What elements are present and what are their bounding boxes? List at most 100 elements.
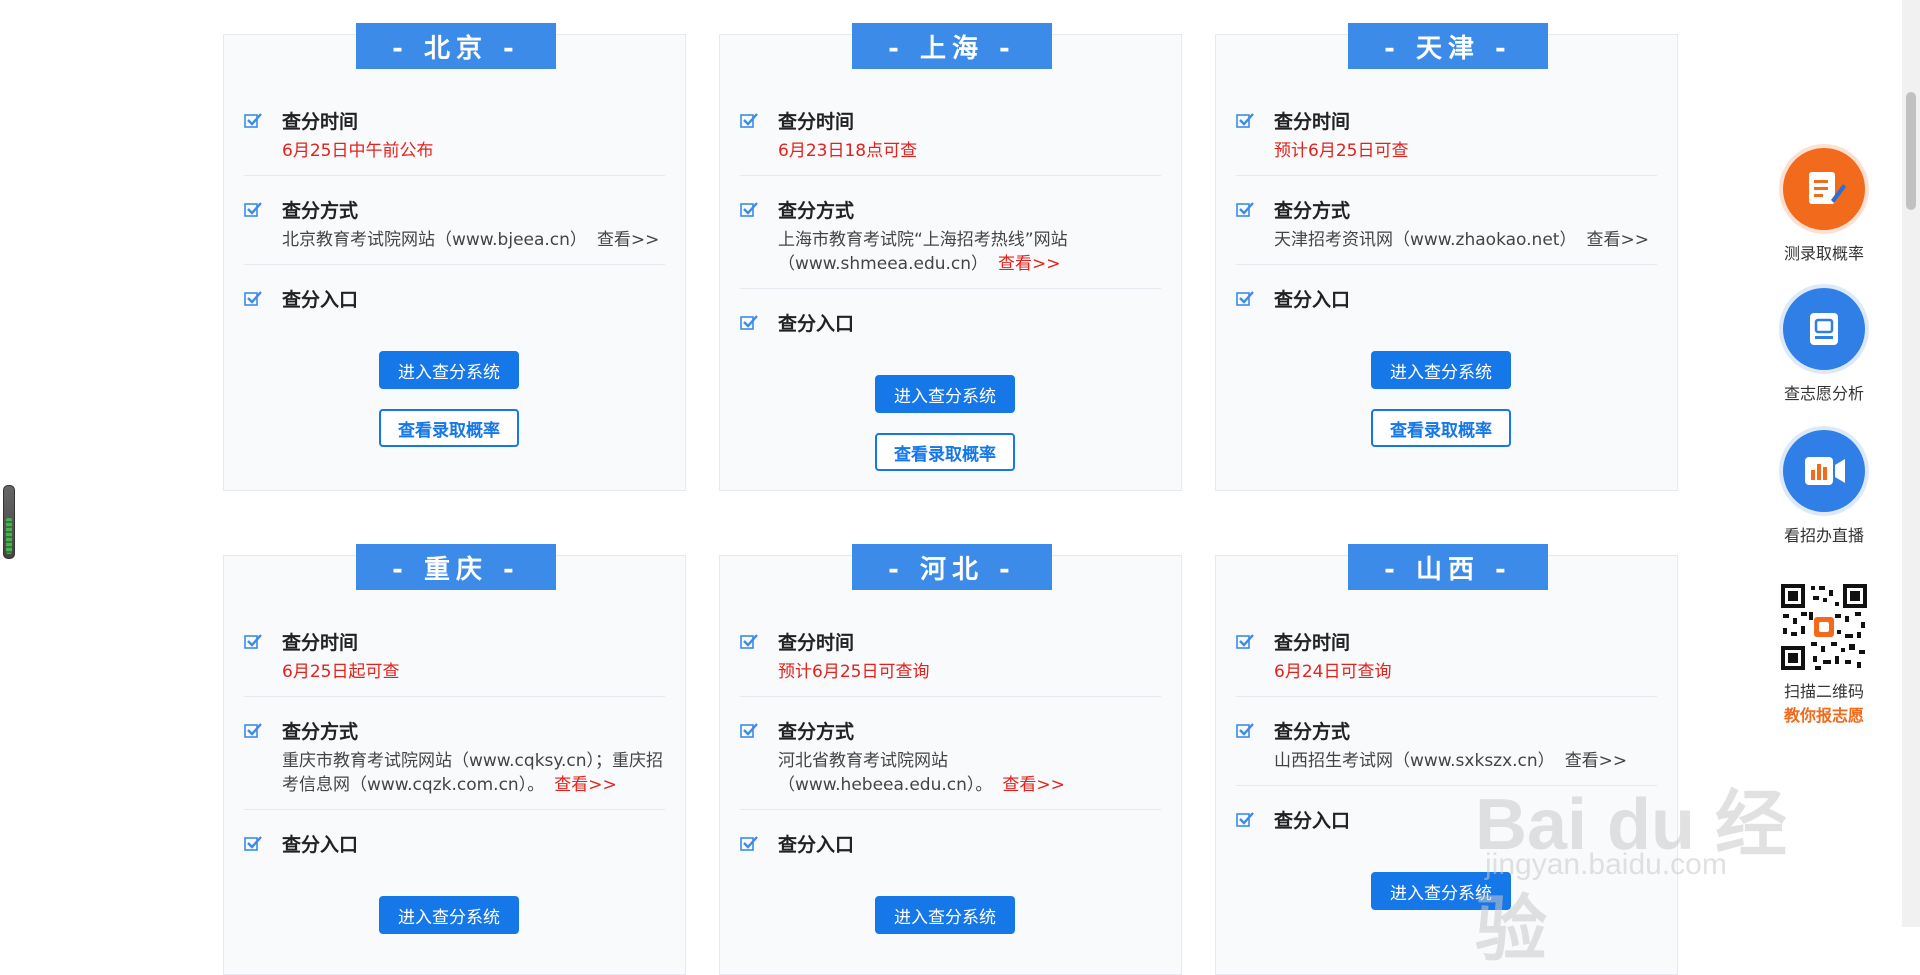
region-card-hebei: - 河北 - 查分时间 预计6月25日可查询 查分方式 河北省教育考试院网站（w… — [719, 544, 1182, 975]
floating-sidebar: 测录取概率 查志愿分析 看招办直播 扫描二维码 教你报志愿 — [1769, 0, 1879, 927]
vertical-scrollbar[interactable] — [1902, 0, 1920, 927]
section-title: 查分方式 — [778, 720, 855, 743]
score-method-text: 山西招生考试网（www.sxkszx.cn） 查看>> — [1274, 745, 1657, 773]
score-time-section: 查分时间 预计6月25日可查 — [1236, 105, 1657, 176]
score-time-section: 查分时间 6月25日起可查 — [244, 626, 665, 697]
divider — [244, 809, 665, 810]
enter-score-system-button[interactable]: 进入查分系统 — [379, 351, 519, 389]
sidebar-label: 测录取概率 — [1783, 244, 1864, 263]
section-title: 查分入口 — [1274, 288, 1351, 311]
scrollbar-thumb[interactable] — [1906, 92, 1916, 210]
view-link[interactable]: 查看>> — [1565, 751, 1628, 771]
section-title: 查分方式 — [282, 720, 359, 743]
qr-caption: 扫描二维码 — [1783, 682, 1864, 701]
score-entry-section: 查分入口 — [1236, 283, 1657, 313]
divider — [1236, 785, 1657, 786]
divider — [1236, 264, 1657, 265]
sidebar-item-admission-probability[interactable]: 测录取概率 — [1769, 148, 1879, 264]
divider — [244, 264, 665, 265]
checkbox-icon — [1236, 811, 1254, 827]
checkbox-icon — [1236, 633, 1254, 649]
region-banner: - 河北 - — [852, 544, 1052, 590]
checkbox-icon — [1236, 722, 1254, 738]
video-chart-icon — [1783, 430, 1865, 512]
enter-score-system-button[interactable]: 进入查分系统 — [875, 375, 1015, 413]
enter-score-system-button[interactable]: 进入查分系统 — [1371, 872, 1511, 910]
view-admission-probability-button[interactable]: 查看录取概率 — [1371, 409, 1511, 447]
checkbox-icon — [244, 633, 262, 649]
view-link[interactable]: 查看>> — [998, 254, 1061, 274]
enter-score-system-button[interactable]: 进入查分系统 — [379, 896, 519, 934]
view-admission-probability-button[interactable]: 查看录取概率 — [875, 433, 1015, 471]
score-method-text: 上海市教育考试院“上海招考热线”网站（www.shmeea.edu.cn） 查看>… — [778, 224, 1161, 276]
checkbox-icon — [740, 112, 758, 128]
sidebar-qr-block: 扫描二维码 教你报志愿 — [1769, 582, 1879, 726]
section-title: 查分时间 — [282, 631, 359, 654]
section-title: 查分方式 — [1274, 720, 1351, 743]
section-title: 查分时间 — [1274, 110, 1351, 133]
region-card-shanghai: - 上海 - 查分时间 6月23日18点可查 查分方式 上海市教育考试院“上海招… — [719, 23, 1182, 491]
score-entry-section: 查分入口 — [244, 828, 665, 858]
score-time-value: 预计6月25日可查询 — [778, 662, 930, 682]
score-entry-section: 查分入口 — [244, 283, 665, 313]
sidebar-item-admission-live[interactable]: 看招办直播 — [1769, 430, 1879, 546]
score-method-section: 查分方式 北京教育考试院网站（www.bjeea.cn） 查看>> — [244, 194, 665, 265]
score-entry-section: 查分入口 — [740, 307, 1161, 337]
checkbox-icon — [740, 633, 758, 649]
score-time-value: 6月23日18点可查 — [778, 141, 918, 161]
checkbox-icon — [244, 290, 262, 306]
region-card-shanxi: - 山西 - 查分时间 6月24日可查询 查分方式 山西招生考试网（www.sx… — [1215, 544, 1678, 975]
region-banner: - 山西 - — [1348, 544, 1548, 590]
section-title: 查分时间 — [778, 110, 855, 133]
method-description: 北京教育考试院网站（www.bjeea.cn） — [282, 230, 587, 250]
view-link[interactable]: 查看>> — [1002, 775, 1065, 795]
divider — [1236, 696, 1657, 697]
checkbox-icon — [740, 201, 758, 217]
method-description: 天津招考资讯网（www.zhaokao.net） — [1274, 230, 1577, 250]
enter-score-system-button[interactable]: 进入查分系统 — [1371, 351, 1511, 389]
score-entry-section: 查分入口 — [740, 828, 1161, 858]
qr-code-image — [1779, 582, 1869, 672]
view-link[interactable]: 查看>> — [554, 775, 617, 795]
score-time-value: 预计6月25日可查 — [1274, 141, 1409, 161]
section-title: 查分入口 — [778, 833, 855, 856]
enter-score-system-button[interactable]: 进入查分系统 — [875, 896, 1015, 934]
view-link[interactable]: 查看>> — [1586, 230, 1649, 250]
region-banner: - 上海 - — [852, 23, 1052, 69]
score-method-section: 查分方式 重庆市教育考试院网站（www.cqksy.cn）；重庆招考信息网（ww… — [244, 715, 665, 810]
section-title: 查分时间 — [1274, 631, 1351, 654]
section-title: 查分入口 — [1274, 809, 1351, 832]
divider — [244, 175, 665, 176]
region-card-beijing: - 北京 - 查分时间 6月25日中午前公布 查分方式 北京教育考试院网站（ww… — [223, 23, 686, 491]
view-link[interactable]: 查看>> — [597, 230, 660, 250]
score-time-value: 6月25日起可查 — [282, 662, 400, 682]
sidebar-item-preference-analysis[interactable]: 查志愿分析 — [1769, 288, 1879, 404]
score-method-section: 查分方式 山西招生考试网（www.sxkszx.cn） 查看>> — [1236, 715, 1657, 786]
sidebar-label: 查志愿分析 — [1783, 384, 1864, 403]
score-method-section: 查分方式 河北省教育考试院网站（www.hebeea.edu.cn）。 查看>> — [740, 715, 1161, 810]
section-title: 查分方式 — [1274, 199, 1351, 222]
region-card-chongqing: - 重庆 - 查分时间 6月25日起可查 查分方式 重庆市教育考试院网站（www… — [223, 544, 686, 975]
checkbox-icon — [1236, 201, 1254, 217]
score-method-text: 天津招考资讯网（www.zhaokao.net） 查看>> — [1274, 224, 1657, 252]
view-admission-probability-button[interactable]: 查看录取概率 — [379, 409, 519, 447]
left-edge-handle[interactable] — [3, 485, 15, 559]
score-time-section: 查分时间 6月25日中午前公布 — [244, 105, 665, 176]
divider — [1236, 175, 1657, 176]
section-title: 查分入口 — [282, 288, 359, 311]
sidebar-label: 看招办直播 — [1783, 526, 1864, 545]
score-time-section: 查分时间 6月24日可查询 — [1236, 626, 1657, 697]
checkbox-icon — [1236, 290, 1254, 306]
checkbox-icon — [244, 835, 262, 851]
checkbox-icon — [740, 722, 758, 738]
score-time-value: 6月25日中午前公布 — [282, 141, 434, 161]
divider — [740, 809, 1161, 810]
checkbox-icon — [244, 112, 262, 128]
divider — [244, 696, 665, 697]
score-time-section: 查分时间 预计6月25日可查询 — [740, 626, 1161, 697]
section-title: 查分方式 — [282, 199, 359, 222]
score-method-text: 河北省教育考试院网站（www.hebeea.edu.cn）。 查看>> — [778, 745, 1161, 797]
method-description: 河北省教育考试院网站（www.hebeea.edu.cn）。 — [778, 751, 993, 795]
clipboard-icon — [1783, 288, 1865, 370]
divider — [740, 175, 1161, 176]
